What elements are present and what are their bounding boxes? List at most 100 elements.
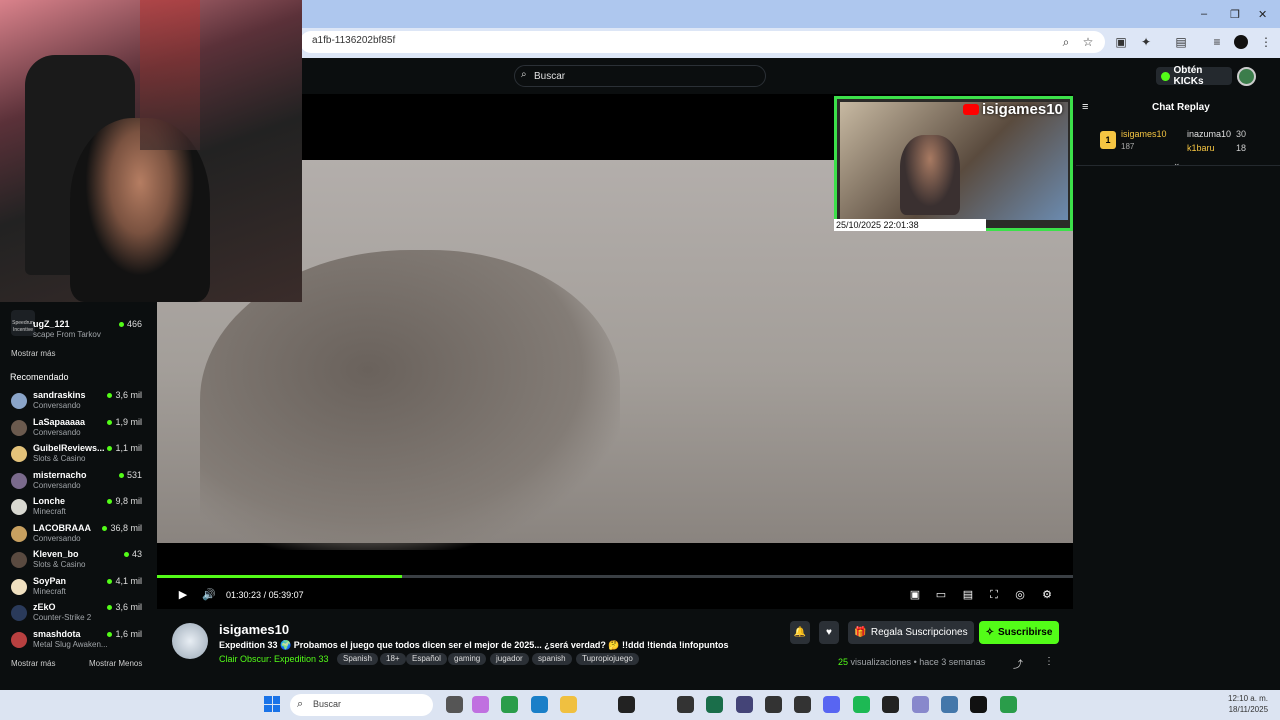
app2-icon[interactable] — [736, 696, 753, 713]
system-clock[interactable]: 12:10 a. m. 18/11/2025 — [1228, 693, 1268, 715]
current-time: 01:30:23 — [226, 590, 262, 600]
extension-icon[interactable]: ▣ — [1114, 35, 1128, 49]
more-menu-icon[interactable]: ⋮ — [1259, 35, 1273, 49]
theater-icon[interactable]: ▭ — [934, 588, 948, 602]
play-icon[interactable]: ▶ — [176, 588, 190, 602]
sidebar-item-lonche[interactable]: Lonche Minecraft 9,8 mil — [0, 496, 153, 520]
reading-list-icon[interactable]: ≡ — [1210, 35, 1224, 49]
speed-icon[interactable]: ◎ — [1013, 588, 1027, 602]
zoom-icon[interactable]: ⌕ — [1059, 35, 1073, 49]
minimize-icon[interactable]: – — [1201, 8, 1207, 20]
sidebar-item-name: misternacho — [33, 469, 87, 480]
expand-leaderboard-icon[interactable]: ⌄ — [1173, 158, 1181, 169]
sidebar-item-category: Minecraft — [33, 507, 66, 516]
sidebar-item-guibelreviews[interactable]: GuibelReviews... Slots & Casino 1,1 mil — [0, 443, 153, 467]
discord-icon[interactable] — [823, 696, 840, 713]
viewer-count: 1,9 mil — [107, 417, 142, 427]
sidebar-item-klevenbo[interactable]: Kleven_bo Slots & Casino 43 — [0, 549, 153, 573]
avatar — [11, 631, 27, 648]
get-kicks-button[interactable]: Obtén KICKs — [1156, 65, 1232, 87]
chrome2-icon[interactable] — [1000, 696, 1017, 713]
app-icon[interactable] — [706, 696, 723, 713]
sidebar-item-lacobraaa[interactable]: LACOBRAAA Conversando 36,8 mil — [0, 523, 153, 547]
taskbar-search[interactable] — [290, 694, 433, 716]
chat-divider — [1076, 165, 1280, 166]
avatar — [11, 605, 27, 621]
app4-icon[interactable] — [882, 696, 899, 713]
chrome-icon[interactable] — [501, 696, 518, 713]
profile-icon[interactable] — [1234, 35, 1248, 49]
tag-chip[interactable]: Tupropiojuego — [576, 653, 639, 665]
show-more-recommended-button[interactable]: Mostrar más — [11, 659, 55, 668]
sidebar-item-smashdota[interactable]: smashdota Metal Slug Awaken... 1,6 mil — [0, 629, 153, 653]
show-more-button[interactable]: Mostrar más — [11, 349, 55, 358]
files-icon[interactable] — [446, 696, 463, 713]
settings-icon[interactable]: ⚙ — [1040, 588, 1054, 602]
subscribe-button[interactable]: ✧ Suscribirse — [979, 621, 1059, 644]
collapse-chat-icon[interactable]: ≡ — [1082, 101, 1088, 113]
sidebar-item-name: LaSapaaaaa — [33, 416, 86, 427]
game-link[interactable]: Clair Obscur: Expedition 33 — [219, 654, 329, 664]
fullscreen-icon[interactable]: ⛶ — [987, 588, 1001, 602]
leader-count-2: 30 — [1236, 129, 1247, 139]
app3-icon[interactable] — [794, 696, 811, 713]
4k-icon[interactable] — [765, 696, 782, 713]
avatar — [11, 525, 27, 542]
edge-icon[interactable] — [531, 696, 548, 713]
close-window-icon[interactable]: ✕ — [1258, 8, 1267, 21]
tag-chip[interactable]: gaming — [448, 653, 487, 665]
channel-avatar[interactable] — [172, 623, 208, 659]
leader-name[interactable]: isigames10 — [1121, 129, 1167, 139]
tag-chip[interactable]: Spanish — [337, 653, 378, 665]
tag-chip[interactable]: spanish — [532, 653, 572, 665]
sidebar-item-misternacho[interactable]: misternacho Conversando 531 — [0, 470, 153, 494]
sidebar-item-name[interactable]: ugZ_121 — [33, 319, 70, 329]
pip-icon[interactable]: ▣ — [908, 588, 922, 602]
more-options-icon[interactable]: ⋮ — [1044, 656, 1054, 667]
sidebar-item-lasapaaaaa[interactable]: LaSapaaaaa Conversando 1,9 mil — [0, 417, 153, 441]
gift-subs-button[interactable]: 🎁 Regala Suscripciones — [848, 621, 974, 644]
bookmark-star-icon[interactable]: ☆ — [1081, 35, 1095, 49]
viewer-count: 4,1 mil — [107, 576, 142, 586]
clock-date: 18/11/2025 — [1228, 705, 1269, 714]
leader-name-2[interactable]: inazuma10 — [1187, 129, 1231, 139]
taskbar-search-label: Buscar — [313, 699, 342, 709]
avatar — [11, 393, 27, 409]
maximize-icon[interactable]: ❐ — [1230, 8, 1240, 21]
user-avatar[interactable] — [1237, 67, 1256, 86]
show-less-button[interactable]: Mostrar Menos — [89, 659, 142, 668]
media-icon[interactable]: ▤ — [1174, 35, 1188, 49]
volume-icon[interactable]: 🔊 — [202, 588, 216, 602]
address-bar[interactable] — [300, 31, 1105, 53]
tag-chip[interactable]: 18+ — [380, 653, 406, 665]
share-icon[interactable]: ⤴ — [1013, 656, 1023, 671]
search-icon: ⌕ — [521, 69, 527, 80]
taskbar — [0, 690, 1280, 720]
leader-name-3[interactable]: k1baru — [1187, 143, 1215, 153]
views-info: 25 visualizaciones • hace 3 semanas — [838, 657, 985, 667]
follow-heart-icon[interactable]: ♥ — [819, 621, 839, 644]
time-separator: / — [263, 590, 267, 600]
tag-chip[interactable]: jugador — [490, 653, 529, 665]
sidebar-item-category: Conversando — [33, 533, 81, 543]
tiktok-icon[interactable] — [970, 696, 987, 713]
sidebar-item-soypan[interactable]: SoyPan Minecraft 4,1 mil — [0, 576, 153, 600]
windows-start-icon[interactable] — [264, 696, 280, 712]
puzzle-icon[interactable]: ✦ — [1139, 35, 1153, 49]
copilot-icon[interactable] — [472, 696, 489, 713]
spotify-icon[interactable] — [853, 696, 870, 713]
tag-chip[interactable]: Español — [406, 653, 447, 665]
explorer-icon[interactable] — [560, 696, 577, 713]
sidebar-item-category: Slots & Casino — [33, 560, 86, 569]
app6-icon[interactable] — [941, 696, 958, 713]
notification-bell-icon[interactable]: 🔔 — [790, 621, 810, 644]
sidebar-item-zeko[interactable]: zEkO Counter-Strike 2 3,6 mil — [0, 602, 153, 626]
wide-mode-icon[interactable]: ▤ — [961, 588, 975, 602]
xbox-icon[interactable] — [677, 696, 694, 713]
sidebar-item-sandraskins[interactable]: sandraskins Conversando 3,6 mil — [0, 390, 153, 414]
channel-name[interactable]: isigames10 — [219, 622, 289, 637]
sidebar-item-category: Slots & Casino — [33, 454, 86, 463]
app5-icon[interactable] — [912, 696, 929, 713]
chat-title: Chat Replay — [1152, 102, 1210, 113]
obs-icon[interactable] — [618, 696, 635, 713]
